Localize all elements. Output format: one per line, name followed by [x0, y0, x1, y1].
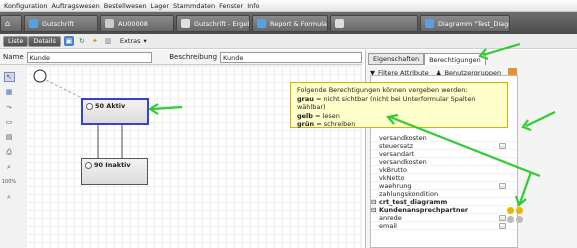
arrow-tab [482, 42, 521, 57]
arrow-state [151, 105, 183, 111]
arrow-dots [518, 171, 533, 204]
annotation-arrows [147, 42, 556, 207]
arrow-tooltip [525, 111, 556, 127]
arrow-gelb [389, 115, 541, 178]
